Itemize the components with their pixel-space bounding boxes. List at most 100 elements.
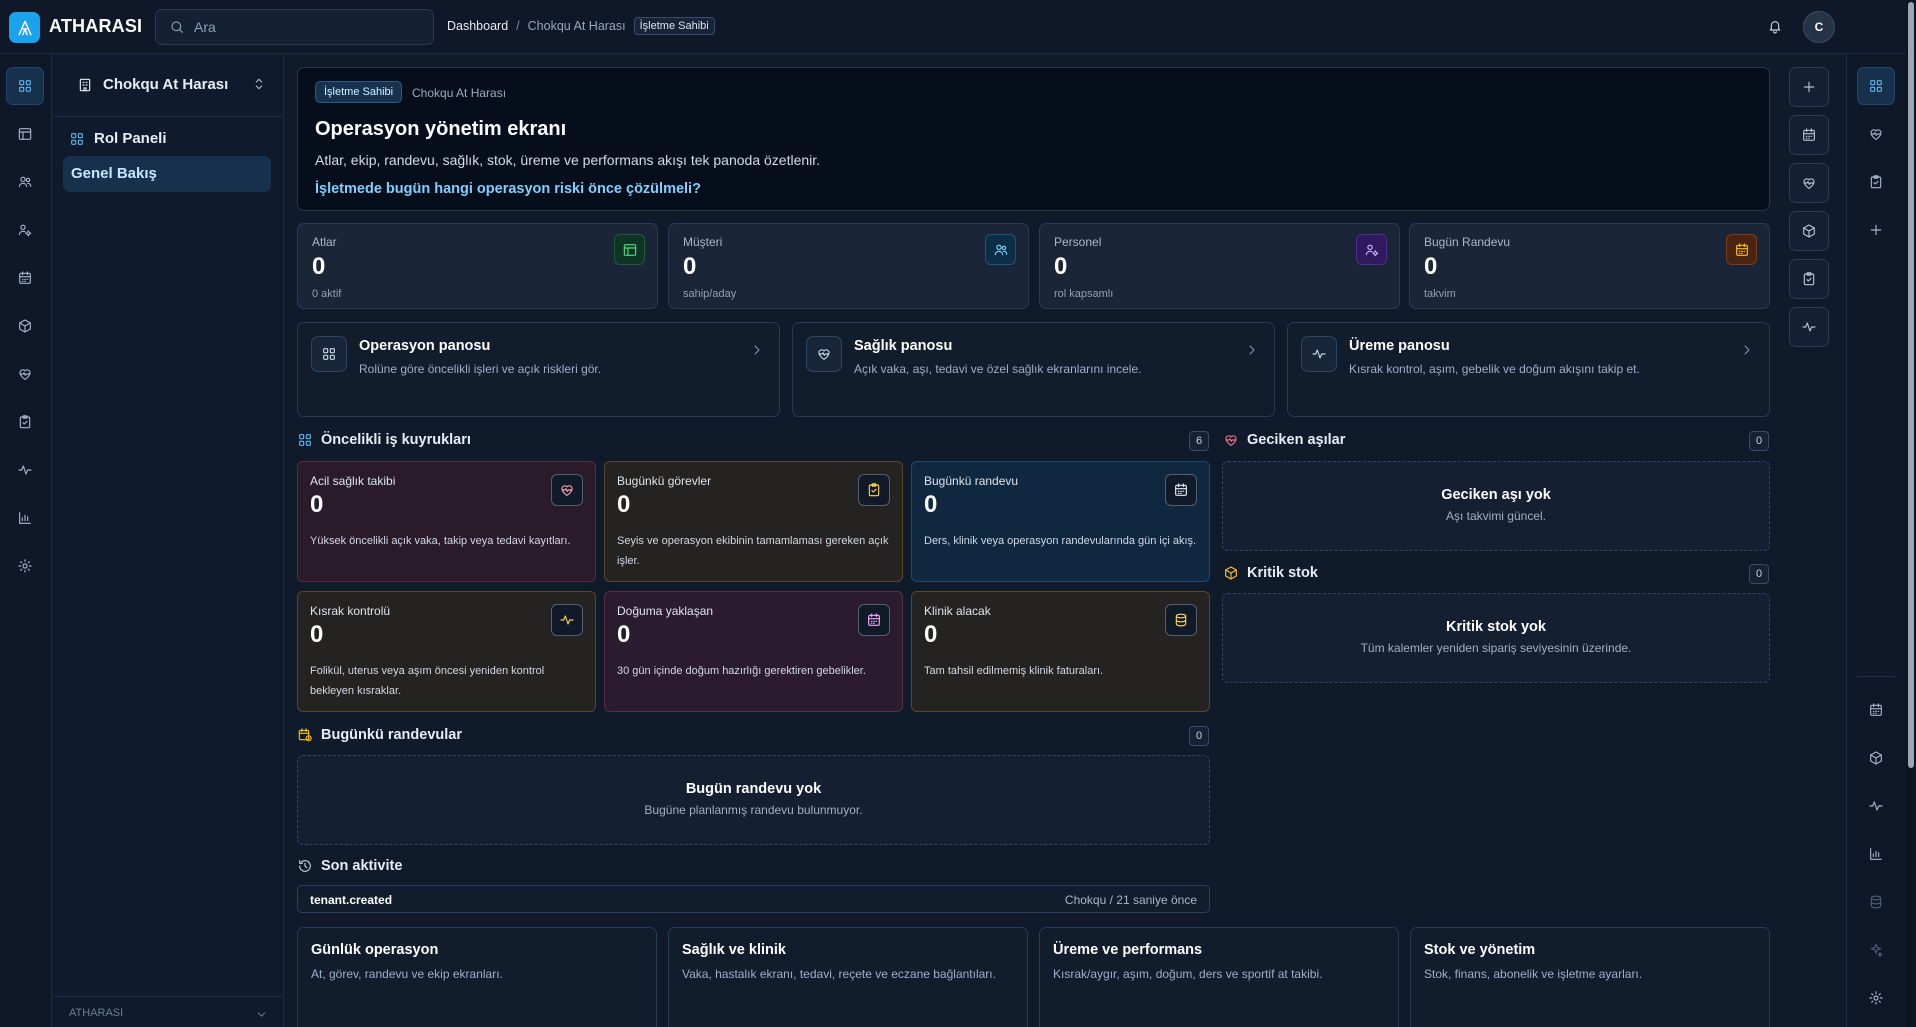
queue-description: Seyis ve operasyon ekibinin tamamlaması … [617,535,889,567]
queue-description: Yüksek öncelikli açık vaka, takip veya t… [310,535,571,547]
queue-card-clinic-receivable[interactable]: Klinik alacak 0 Tam tahsil edilmemiş kli… [911,591,1210,712]
module-card-health-clinic[interactable]: Sağlık ve klinik Vaka, hastalık ekranı, … [668,927,1028,1027]
activity-row[interactable]: tenant.created Chokqu / 21 saniye önce [297,885,1210,913]
sidebar-item-overview[interactable]: Genel Bakış [63,156,271,192]
rail-settings[interactable] [6,547,44,585]
activity-icon [17,462,33,478]
heart-pulse-icon [1868,126,1884,142]
rail-tasks[interactable] [6,403,44,441]
right-rail-add[interactable] [1857,211,1895,249]
calendar-icon [1868,702,1884,718]
queue-value: 0 [310,491,324,518]
users-icon [17,174,33,190]
panel-health[interactable]: Sağlık panosu Açık vaka, aşı, tedavi ve … [792,322,1275,417]
right-rail-ai[interactable] [1857,931,1895,969]
stat-card-customers[interactable]: Müşteri 0 sahip/aday [668,223,1029,309]
module-card-breeding-performance[interactable]: Üreme ve performans Kısrak/aygır, aşım, … [1039,927,1399,1027]
rail-customers[interactable] [6,163,44,201]
stat-card-horses[interactable]: Atlar 0 0 aktif [297,223,658,309]
overdue-vaccines-section-title: Geciken aşılar [1223,432,1345,448]
app-logo[interactable] [9,12,40,43]
heart-pulse-icon [1223,432,1239,448]
activity-icon [1311,346,1327,362]
rail-staff[interactable] [6,211,44,249]
quick-health-button[interactable] [1789,163,1829,203]
search-box[interactable] [155,9,434,45]
user-avatar[interactable]: C [1803,11,1835,43]
breadcrumb-current: Chokqu At Harası [527,19,626,33]
rail-stock[interactable] [6,307,44,345]
overdue-vaccines-count: 0 [1749,431,1769,451]
queue-icon-box [858,604,890,636]
users-icon [993,242,1009,258]
stat-value: 0 [1424,253,1438,280]
module-card-stock-management[interactable]: Stok ve yönetim Stok, finans, abonelik v… [1410,927,1770,1027]
gear-icon [1868,990,1884,1006]
right-rail-settings[interactable] [1857,979,1895,1017]
queue-card-urgent-health[interactable]: Acil sağlık takibi 0 Yüksek öncelikli aç… [297,461,596,582]
right-rail-stock[interactable] [1857,739,1895,777]
notifications-button[interactable] [1767,18,1783,34]
module-title: Üreme ve performans [1053,942,1203,958]
sidebar-footer[interactable]: ATHARASI [53,996,284,1027]
chevrons-up-down-icon [251,76,267,92]
sparkles-icon [1868,942,1884,958]
rail-reports[interactable] [6,499,44,537]
rail-dashboard[interactable] [6,67,44,105]
rail-calendar[interactable] [6,259,44,297]
overdue-vaccines-empty: Geciken aşı yok Aşı takvimi güncel. [1222,461,1770,551]
sidebar-section-title: Rol Paneli [69,130,167,147]
module-description: Kısrak/aygır, aşım, doğum, ders ve sport… [1053,967,1323,981]
panel-breeding[interactable]: Üreme panosu Kısrak kontrol, aşım, gebel… [1287,322,1770,417]
workspace-name: Chokqu At Harası [103,76,229,93]
queues-title: Öncelikli iş kuyrukları [321,432,471,448]
queue-card-todays-tasks[interactable]: Bugünkü görevler 0 Seyis ve operasyon ek… [604,461,903,582]
plus-icon [1868,222,1884,238]
right-rail-tasks[interactable] [1857,163,1895,201]
quick-calendar-button[interactable] [1789,115,1829,155]
empty-description: Tüm kalemler yeniden sipariş seviyesinin… [1360,641,1632,655]
quick-stock-button[interactable] [1789,211,1829,251]
breadcrumb-dashboard[interactable]: Dashboard [447,19,508,33]
left-icon-rail [0,54,52,1027]
quick-breeding-button[interactable] [1789,307,1829,347]
rail-horses[interactable] [6,115,44,153]
module-card-daily-operations[interactable]: Günlük operasyon At, görev, randevu ve e… [297,927,657,1027]
scrollbar-thumb[interactable] [1908,2,1914,768]
stat-card-appointments[interactable]: Bugün Randevu 0 takvim [1409,223,1770,309]
right-rail-database[interactable] [1857,883,1895,921]
overdue-vaccines-title: Geciken aşılar [1247,432,1346,448]
workspace-switcher[interactable]: Chokqu At Harası [77,76,267,93]
empty-title: Bugün randevu yok [685,781,822,797]
right-rail-activity[interactable] [1857,787,1895,825]
right-rail-health[interactable] [1857,115,1895,153]
stat-icon-box [985,234,1016,265]
hero-question-link[interactable]: İşletmede bugün hangi operasyon riski ön… [315,181,701,197]
right-rail-calendar[interactable] [1857,691,1895,729]
stat-label: Personel [1054,235,1102,249]
search-input[interactable] [194,19,414,35]
stat-sub: takvim [1424,288,1456,300]
breadcrumb-separator: / [516,19,520,33]
rail-health[interactable] [6,355,44,393]
queue-card-mare-control[interactable]: Kısrak kontrolü 0 Folikül, uterus veya a… [297,591,596,712]
building-icon [77,77,93,93]
search-icon [169,19,185,35]
box-icon [1223,565,1239,581]
user-cog-icon [1364,242,1380,258]
rail-breeding[interactable] [6,451,44,489]
appointments-title: Bugünkü randevular [321,727,462,743]
right-rail-dashboard[interactable] [1857,67,1895,105]
page-scrollbar[interactable] [1906,0,1916,1027]
queue-card-approaching-birth[interactable]: Doğuma yaklaşan 0 30 gün içinde doğum ha… [604,591,903,712]
panel-operations[interactable]: Operasyon panosu Rolüne göre öncelikli i… [297,322,780,417]
queue-label: Acil sağlık takibi [310,474,396,488]
board-icon [17,126,33,142]
queue-card-todays-appointment[interactable]: Bugünkü randevu 0 Ders, klinik veya oper… [911,461,1210,582]
stat-icon-box [614,234,645,265]
stat-card-staff[interactable]: Personel 0 rol kapsamlı [1039,223,1400,309]
right-rail-reports[interactable] [1857,835,1895,873]
quick-add-button[interactable] [1789,67,1829,107]
queue-icon-box [1165,604,1197,636]
quick-tasks-button[interactable] [1789,259,1829,299]
